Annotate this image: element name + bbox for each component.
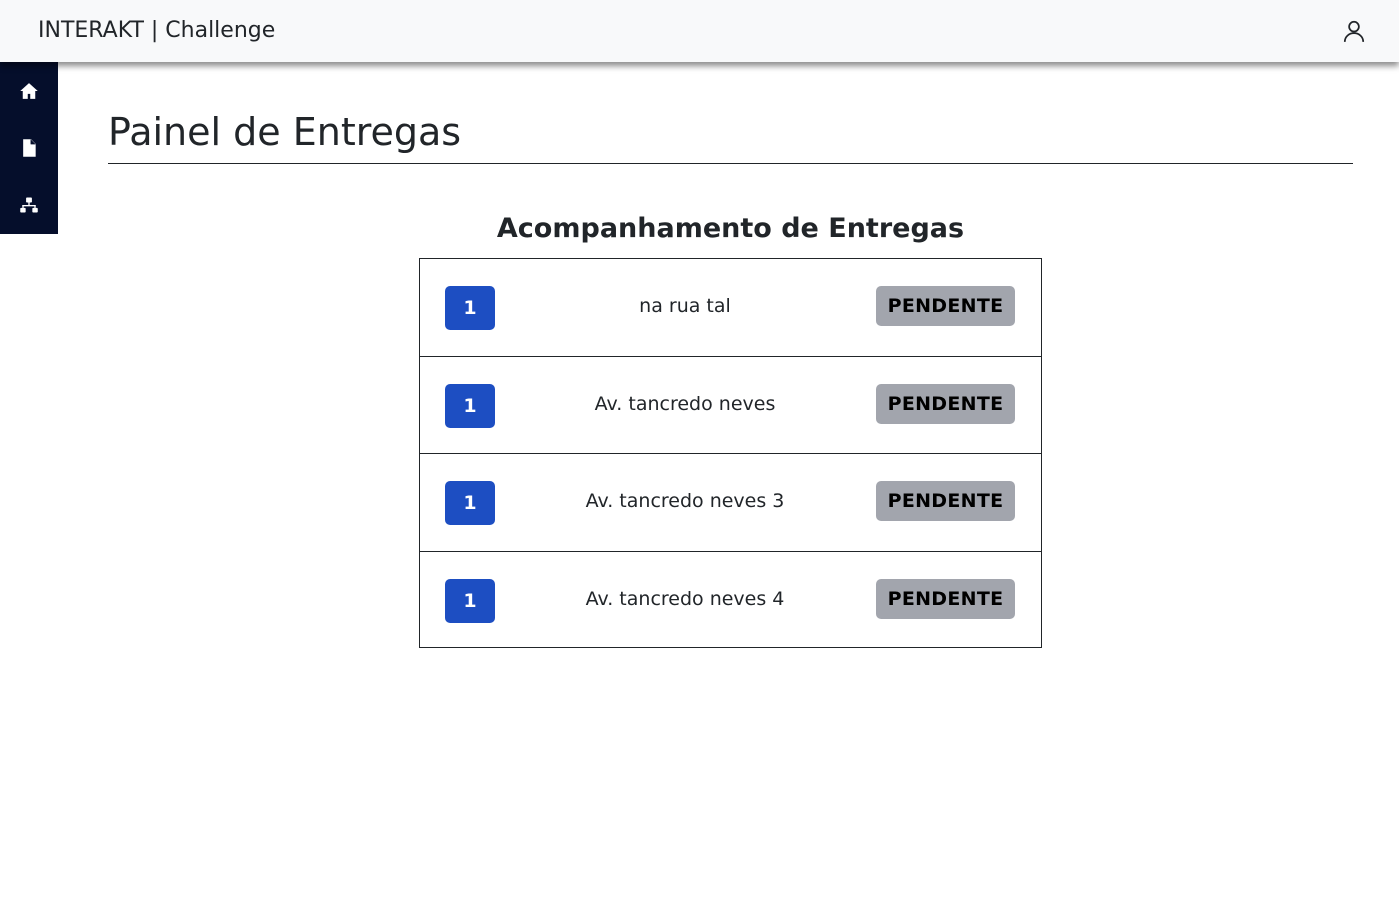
sidebar-item-documents[interactable] [0,119,58,176]
delivery-address: Av. tancredo neves [594,392,776,415]
brand-title[interactable]: INTERAKT | Challenge [38,18,275,43]
delivery-address: Av. tancredo neves 4 [585,587,785,610]
home-icon [20,82,38,99]
delivery-address: Av. tancredo neves 3 [585,490,785,512]
table-row: 1 Av. tancredo neves PENDENTE [420,357,1041,454]
delivery-id-badge: 1 [445,481,495,525]
document-icon [23,138,36,157]
deliveries-table: 1 na rua tal PENDENTE 1 Av. tancredo nev… [419,258,1042,648]
sidebar [0,62,58,234]
user-icon[interactable] [1341,18,1367,44]
delivery-status-button[interactable]: PENDENTE [876,286,1015,326]
delivery-id-badge: 1 [445,578,495,623]
delivery-status-button[interactable]: PENDENTE [876,481,1015,521]
sidebar-item-structure[interactable] [0,176,58,233]
page-title: Painel de Entregas [108,110,462,154]
delivery-id-badge: 1 [445,286,495,330]
sidebar-item-home[interactable] [0,62,58,119]
delivery-status-button[interactable]: PENDENTE [876,578,1015,619]
table-row: 1 Av. tancredo neves 4 PENDENTE [420,552,1041,650]
delivery-address: na rua tal [639,295,731,317]
title-divider [108,163,1353,164]
table-row: 1 na rua tal PENDENTE [420,259,1041,357]
section-title: Acompanhamento de Entregas [496,213,965,244]
table-row: 1 Av. tancredo neves 3 PENDENTE [420,454,1041,552]
delivery-status-button[interactable]: PENDENTE [876,383,1015,424]
sitemap-icon [20,197,38,212]
delivery-id-badge: 1 [445,383,495,428]
top-navbar: INTERAKT | Challenge [0,0,1399,62]
